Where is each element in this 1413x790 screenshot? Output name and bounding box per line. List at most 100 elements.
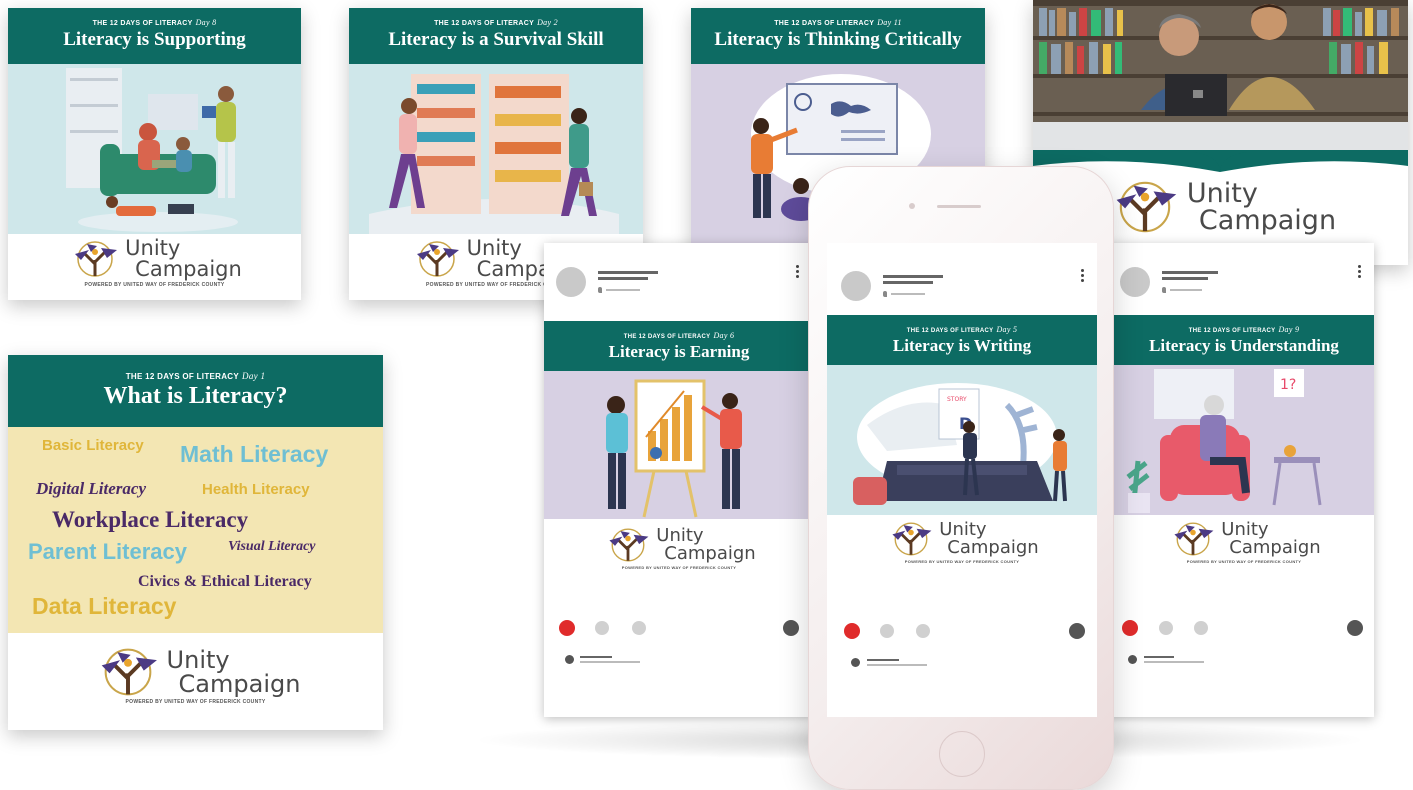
card-title: Literacy is Supporting bbox=[63, 29, 246, 50]
post-image: THE 12 DAYS OF LITERACY Day 6 Literacy is… bbox=[544, 321, 814, 519]
unity-campaign-logo: Unity Campaign POWERED BY UNITED WAY OF F… bbox=[8, 238, 301, 288]
word-health-literacy: Health Literacy bbox=[202, 481, 310, 498]
location-placeholder bbox=[1170, 289, 1202, 291]
svg-text:STORY: STORY bbox=[947, 396, 967, 403]
avatar bbox=[841, 271, 871, 301]
card-kicker: THE 12 DAYS OF LITERACY Day 5 bbox=[906, 325, 1018, 334]
more-options-icon[interactable] bbox=[1081, 269, 1085, 284]
word-civics-literacy: Civics & Ethical Literacy bbox=[138, 573, 312, 590]
tree-icon bbox=[609, 528, 649, 562]
logo-tagline: POWERED BY UNITED WAY OF FREDERICK COUNT… bbox=[904, 559, 1020, 564]
carousel-dot-active[interactable] bbox=[559, 620, 575, 636]
carousel-dot[interactable] bbox=[595, 621, 609, 635]
word-data-literacy: Data Literacy bbox=[32, 593, 177, 619]
comment-avatar bbox=[851, 658, 860, 667]
carousel-dot-active[interactable] bbox=[844, 623, 860, 639]
card-header: THE 12 DAYS OF LITERACY Day 11 Literacy i… bbox=[691, 8, 985, 64]
word-parent-literacy: Parent Literacy bbox=[28, 539, 187, 564]
illustration-reading-elder: 1? bbox=[1126, 369, 1322, 513]
post-image: THE 12 DAYS OF LITERACY Day 5 Literacy is… bbox=[827, 315, 1097, 515]
location-pin-icon bbox=[598, 287, 602, 293]
comment-placeholder bbox=[867, 664, 927, 666]
illustration-chart-presentation bbox=[606, 379, 742, 518]
avatar bbox=[1120, 267, 1150, 297]
illustration-typewriter: STORY D bbox=[853, 383, 1067, 505]
logo-word-unity: Unity bbox=[1186, 178, 1258, 209]
unity-campaign-logo: Unity Campaign POWERED BY UNITED WAY OF F… bbox=[1114, 521, 1374, 564]
logo-word-campaign: Campaign bbox=[1229, 537, 1321, 558]
logo-word-campaign: Campaign bbox=[135, 257, 242, 281]
card-title: What is Literacy? bbox=[103, 383, 288, 409]
more-options-icon[interactable] bbox=[1358, 265, 1362, 280]
social-post-day-6: THE 12 DAYS OF LITERACY Day 6 Literacy is… bbox=[544, 243, 814, 717]
home-button[interactable] bbox=[939, 731, 985, 777]
promo-collage: THE 12 DAYS OF LITERACY Day 8 Literacy is… bbox=[0, 0, 1413, 790]
comment-placeholder bbox=[1144, 661, 1204, 663]
logo-tagline: POWERED BY UNITED WAY OF FREDERICK COUNT… bbox=[84, 282, 225, 288]
carousel-dot[interactable] bbox=[880, 624, 894, 638]
username-placeholder bbox=[883, 281, 933, 284]
svg-text:1?: 1? bbox=[1280, 377, 1296, 393]
card-header: THE 12 DAYS OF LITERACY Day 5 Literacy is… bbox=[827, 315, 1097, 365]
username-placeholder bbox=[598, 277, 648, 280]
card-title: Literacy is Writing bbox=[892, 336, 1032, 355]
comment-placeholder bbox=[580, 656, 612, 658]
tree-icon bbox=[1116, 181, 1177, 233]
comment-placeholder bbox=[1144, 656, 1174, 658]
bookmark-dot[interactable] bbox=[1347, 620, 1363, 636]
unity-campaign-logo: Unity Campaign POWERED BY UNITED WAY OF F… bbox=[827, 521, 1097, 564]
illustration-grocery-shopping bbox=[349, 64, 643, 234]
card-day-8: THE 12 DAYS OF LITERACY Day 8 Literacy is… bbox=[8, 8, 301, 300]
tree-icon bbox=[892, 522, 932, 556]
username-placeholder bbox=[598, 271, 658, 274]
logo-tagline: POWERED BY UNITED WAY OF FREDERICK COUNT… bbox=[1186, 559, 1302, 564]
comment-avatar bbox=[1128, 655, 1137, 664]
card-header: THE 12 DAYS OF LITERACY Day 6 Literacy is… bbox=[544, 321, 814, 371]
tree-icon bbox=[416, 241, 459, 277]
carousel-dot[interactable] bbox=[916, 624, 930, 638]
more-options-icon[interactable] bbox=[796, 265, 800, 280]
card-title: Literacy is Earning bbox=[608, 342, 750, 361]
card-kicker: THE 12 DAYS OF LITERACY Day 1 bbox=[125, 371, 266, 381]
word-visual-literacy: Visual Literacy bbox=[228, 539, 316, 554]
smartphone-frame: THE 12 DAYS OF LITERACY Day 5 Literacy is… bbox=[808, 166, 1114, 790]
word-workplace-literacy: Workplace Literacy bbox=[52, 507, 249, 532]
username-placeholder bbox=[1162, 271, 1218, 274]
card-kicker: THE 12 DAYS OF LITERACY Day 2 bbox=[434, 18, 558, 27]
username-placeholder bbox=[883, 275, 943, 278]
tree-icon bbox=[75, 241, 118, 277]
logo-word-campaign: Campaign bbox=[664, 543, 756, 564]
logo-word-campaign: Campaign bbox=[1198, 205, 1337, 236]
phone-speaker bbox=[937, 205, 981, 208]
carousel-dot[interactable] bbox=[1194, 621, 1208, 635]
logo-word-campaign: Campaign bbox=[947, 537, 1039, 558]
card-kicker: THE 12 DAYS OF LITERACY Day 9 bbox=[1188, 325, 1300, 334]
comment-avatar bbox=[565, 655, 574, 664]
card-title: Literacy is Understanding bbox=[1149, 336, 1339, 355]
unity-campaign-logo: Unity Campaign POWERED BY UNITED WAY OF F… bbox=[8, 647, 383, 705]
carousel-dot-active[interactable] bbox=[1122, 620, 1138, 636]
phone-sensor bbox=[909, 203, 915, 209]
card-kicker: THE 12 DAYS OF LITERACY Day 8 bbox=[92, 18, 217, 27]
word-digital-literacy: Digital Literacy bbox=[36, 479, 147, 498]
word-basic-literacy: Basic Literacy bbox=[42, 437, 144, 454]
carousel-dot[interactable] bbox=[1159, 621, 1173, 635]
logo-tagline: POWERED BY UNITED WAY OF FREDERICK COUNT… bbox=[621, 565, 737, 570]
phone-screen: THE 12 DAYS OF LITERACY Day 5 Literacy is… bbox=[827, 243, 1097, 717]
card-kicker: THE 12 DAYS OF LITERACY Day 11 bbox=[774, 18, 902, 27]
carousel-dot[interactable] bbox=[632, 621, 646, 635]
post-image: THE 12 DAYS OF LITERACY Day 9 Literacy is… bbox=[1114, 315, 1374, 515]
card-kicker: THE 12 DAYS OF LITERACY Day 6 bbox=[623, 331, 735, 340]
card-day-1: THE 12 DAYS OF LITERACY Day 1 What is Lit… bbox=[8, 355, 383, 730]
location-placeholder bbox=[891, 293, 925, 295]
logo-word-campaign: Campaign bbox=[178, 670, 301, 698]
logo-tagline: POWERED BY UNITED WAY OF FREDERICK COUNT… bbox=[125, 699, 266, 705]
username-placeholder bbox=[1162, 277, 1208, 280]
card-header: THE 12 DAYS OF LITERACY Day 9 Literacy is… bbox=[1114, 315, 1374, 365]
illustration-family-reading bbox=[8, 64, 301, 234]
bookmark-dot[interactable] bbox=[1069, 623, 1085, 639]
word-cloud: Basic Literacy Math Literacy Digital Lit… bbox=[8, 427, 383, 633]
card-header: THE 12 DAYS OF LITERACY Day 8 Literacy is… bbox=[8, 8, 301, 64]
social-post-day-9: THE 12 DAYS OF LITERACY Day 9 Literacy is… bbox=[1104, 243, 1374, 717]
bookmark-dot[interactable] bbox=[783, 620, 799, 636]
